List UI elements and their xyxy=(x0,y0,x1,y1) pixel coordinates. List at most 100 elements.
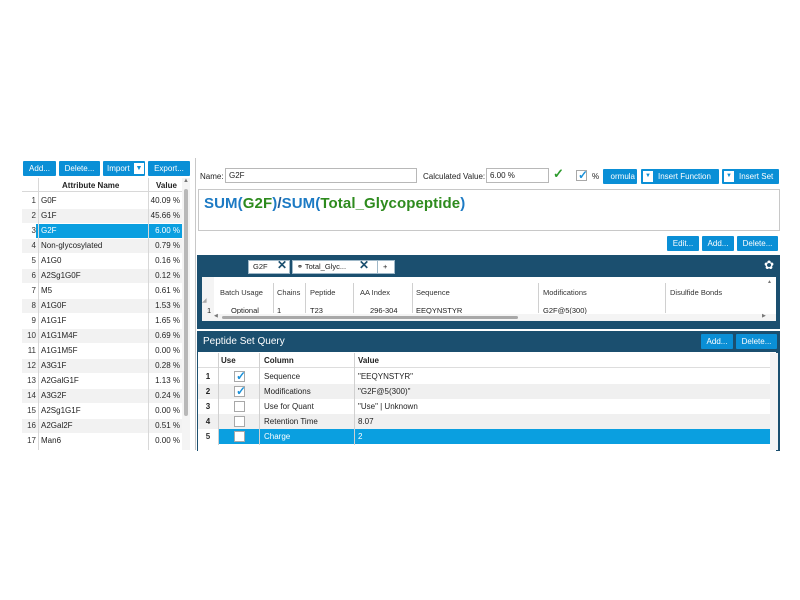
splitter[interactable] xyxy=(195,158,196,450)
row-number: 15 xyxy=(27,406,36,415)
scroll-right-icon[interactable]: ▶ xyxy=(762,313,766,319)
edit-set-button[interactable]: Edit... xyxy=(667,236,699,251)
column-header: Column xyxy=(264,356,294,365)
table-row[interactable]: 3 G2F 6.00 % xyxy=(22,224,182,238)
name-field[interactable]: G2F xyxy=(225,168,417,183)
horizontal-scrollbar[interactable]: ◀ ▶ xyxy=(202,313,776,321)
query-scrollbar[interactable] xyxy=(770,353,778,450)
col-sequence[interactable]: Sequence xyxy=(416,288,450,297)
attribute-name: G1F xyxy=(41,211,57,220)
tab-total-glycopeptide[interactable]: ⚭ Total_Glyc... ✕ xyxy=(292,259,378,274)
percent-label: % xyxy=(592,172,600,181)
scroll-left-icon[interactable]: ◀ xyxy=(214,313,218,319)
check-icon: ✓ xyxy=(578,168,589,182)
table-row[interactable]: 2 ✓ Modifications "G2F@5(300)" xyxy=(198,384,778,399)
table-row[interactable]: 4 Non-glycosylated 0.79 % xyxy=(22,239,182,253)
attribute-value: 0.24 % xyxy=(155,391,180,400)
table-row[interactable]: 9 A1G1F 1.65 % xyxy=(22,314,182,328)
use-checkbox[interactable]: ✓ xyxy=(234,384,246,398)
chevron-down-icon[interactable]: ▼ xyxy=(724,171,734,182)
query-value[interactable]: 8.07 xyxy=(358,414,374,429)
table-row[interactable]: 11 A1G1M5F 0.00 % xyxy=(22,344,182,358)
table-row[interactable]: 1 Optional 1 T23 296-304 EEQYNSTYR G2F@5… xyxy=(202,304,762,314)
use-checkbox[interactable] xyxy=(234,431,245,442)
scroll-up-icon[interactable]: ▲ xyxy=(767,279,772,285)
add-set-button[interactable]: Add... xyxy=(702,236,734,251)
attribute-value: 0.79 % xyxy=(155,241,180,250)
table-row[interactable]: 8 A1G0F 1.53 % xyxy=(22,299,182,313)
use-checkbox[interactable] xyxy=(234,401,245,412)
table-row[interactable]: 5 Charge 2 xyxy=(198,429,778,444)
close-icon[interactable]: ✕ xyxy=(277,259,287,271)
attribute-name: A2Sg1G1F xyxy=(41,406,81,415)
table-row[interactable]: 14 A3G2F 0.24 % xyxy=(22,389,182,403)
table-row[interactable]: 10 A1G1M4F 0.69 % xyxy=(22,329,182,343)
col-batch-usage[interactable]: Batch Usage xyxy=(220,288,263,297)
attribute-scrollbar[interactable]: ▲ xyxy=(182,178,190,450)
close-icon[interactable]: ✕ xyxy=(359,259,369,271)
export-button[interactable]: Export... xyxy=(148,161,190,176)
query-value[interactable]: "Use" | Unknown xyxy=(358,399,418,414)
table-row[interactable]: 15 A2Sg1G1F 0.00 % xyxy=(22,404,182,418)
formula-set: G2F xyxy=(242,195,273,212)
attribute-value: 1.65 % xyxy=(155,316,180,325)
table-row[interactable]: 17 Man6 0.00 % xyxy=(22,434,182,448)
delete-query-button[interactable]: Delete... xyxy=(736,334,777,349)
query-value[interactable]: "G2F@5(300)" xyxy=(358,384,410,399)
table-row[interactable]: 2 G1F 45.66 % xyxy=(22,209,182,223)
scrollbar-thumb[interactable] xyxy=(184,189,188,416)
row-number: 14 xyxy=(27,391,36,400)
percent-checkbox[interactable]: ✓ xyxy=(576,168,589,182)
row-number: 1 xyxy=(205,372,211,381)
formula-function: SUM xyxy=(204,195,238,212)
cell-sequence: EEQYNSTYR xyxy=(416,306,463,314)
table-row[interactable]: 13 A2GalG1F 1.13 % xyxy=(22,374,182,388)
attribute-value: 0.28 % xyxy=(155,361,180,370)
use-checkbox[interactable]: ✓ xyxy=(234,369,246,383)
add-attribute-button[interactable]: Add... xyxy=(23,161,56,176)
chevron-down-icon[interactable]: ▼ xyxy=(643,171,653,182)
add-tab-button[interactable]: + xyxy=(377,260,395,274)
attribute-value: 45.66 % xyxy=(150,211,180,220)
scroll-up-icon[interactable]: ▲ xyxy=(183,178,189,186)
query-value[interactable]: 2 xyxy=(358,429,362,444)
row-number: 11 xyxy=(27,346,36,355)
query-column: Modifications xyxy=(264,387,311,396)
row-number: 12 xyxy=(27,361,36,370)
add-query-button[interactable]: Add... xyxy=(701,334,733,349)
col-disulfide-bonds[interactable]: Disulfide Bonds xyxy=(670,288,722,297)
scrollbar-thumb[interactable] xyxy=(222,316,518,319)
gear-icon[interactable]: ✿ xyxy=(764,258,774,272)
query-value[interactable]: "EEQYNSTYR" xyxy=(358,369,413,384)
col-peptide[interactable]: Peptide xyxy=(310,288,335,297)
col-aa-index[interactable]: AA Index xyxy=(360,288,390,297)
use-checkbox[interactable] xyxy=(234,416,245,427)
insert-function-button[interactable]: ▼ Insert Function xyxy=(641,169,719,184)
col-modifications[interactable]: Modifications xyxy=(543,288,587,297)
row-number: 8 xyxy=(31,301,36,310)
table-row[interactable]: 4 Retention Time 8.07 xyxy=(198,414,778,429)
insert-set-button[interactable]: ▼ Insert Set xyxy=(722,169,779,184)
formula-button[interactable]: ormula xyxy=(603,169,637,184)
tab-g2f[interactable]: G2F ✕ xyxy=(248,259,290,274)
table-row[interactable]: 5 A1G0 0.16 % xyxy=(22,254,182,268)
table-row[interactable]: 1 ✓ Sequence "EEQYNSTYR" xyxy=(198,369,778,384)
peptide-set-panel: G2F ✕ ⚭ Total_Glyc... ✕ + ✿ ◢ Batch Usag… xyxy=(197,255,780,329)
col-chains[interactable]: Chains xyxy=(277,288,300,297)
share-icon: ⚭ xyxy=(297,264,303,271)
table-row[interactable]: 1 G0F 40.09 % xyxy=(22,194,182,208)
row-number: 2 xyxy=(205,387,211,396)
table-row[interactable]: 7 M5 0.61 % xyxy=(22,284,182,298)
table-row[interactable]: 3 Use for Quant "Use" | Unknown xyxy=(198,399,778,414)
import-button[interactable]: Import ▼ xyxy=(103,161,145,176)
column-divider xyxy=(259,353,260,445)
table-row[interactable]: 16 A2Gal2F 0.51 % xyxy=(22,419,182,433)
table-row[interactable]: 6 A2Sg1G0F 0.12 % xyxy=(22,269,182,283)
table-row[interactable]: 12 A3G1F 0.28 % xyxy=(22,359,182,373)
chevron-down-icon[interactable]: ▼ xyxy=(134,163,144,174)
delete-attribute-button[interactable]: Delete... xyxy=(59,161,100,176)
delete-set-button[interactable]: Delete... xyxy=(737,236,778,251)
attribute-name: G2F xyxy=(41,226,57,235)
import-label: Import xyxy=(107,164,130,173)
formula-editor[interactable]: SUM(G2F)/SUM(Total_Glycopeptide) xyxy=(198,189,780,231)
